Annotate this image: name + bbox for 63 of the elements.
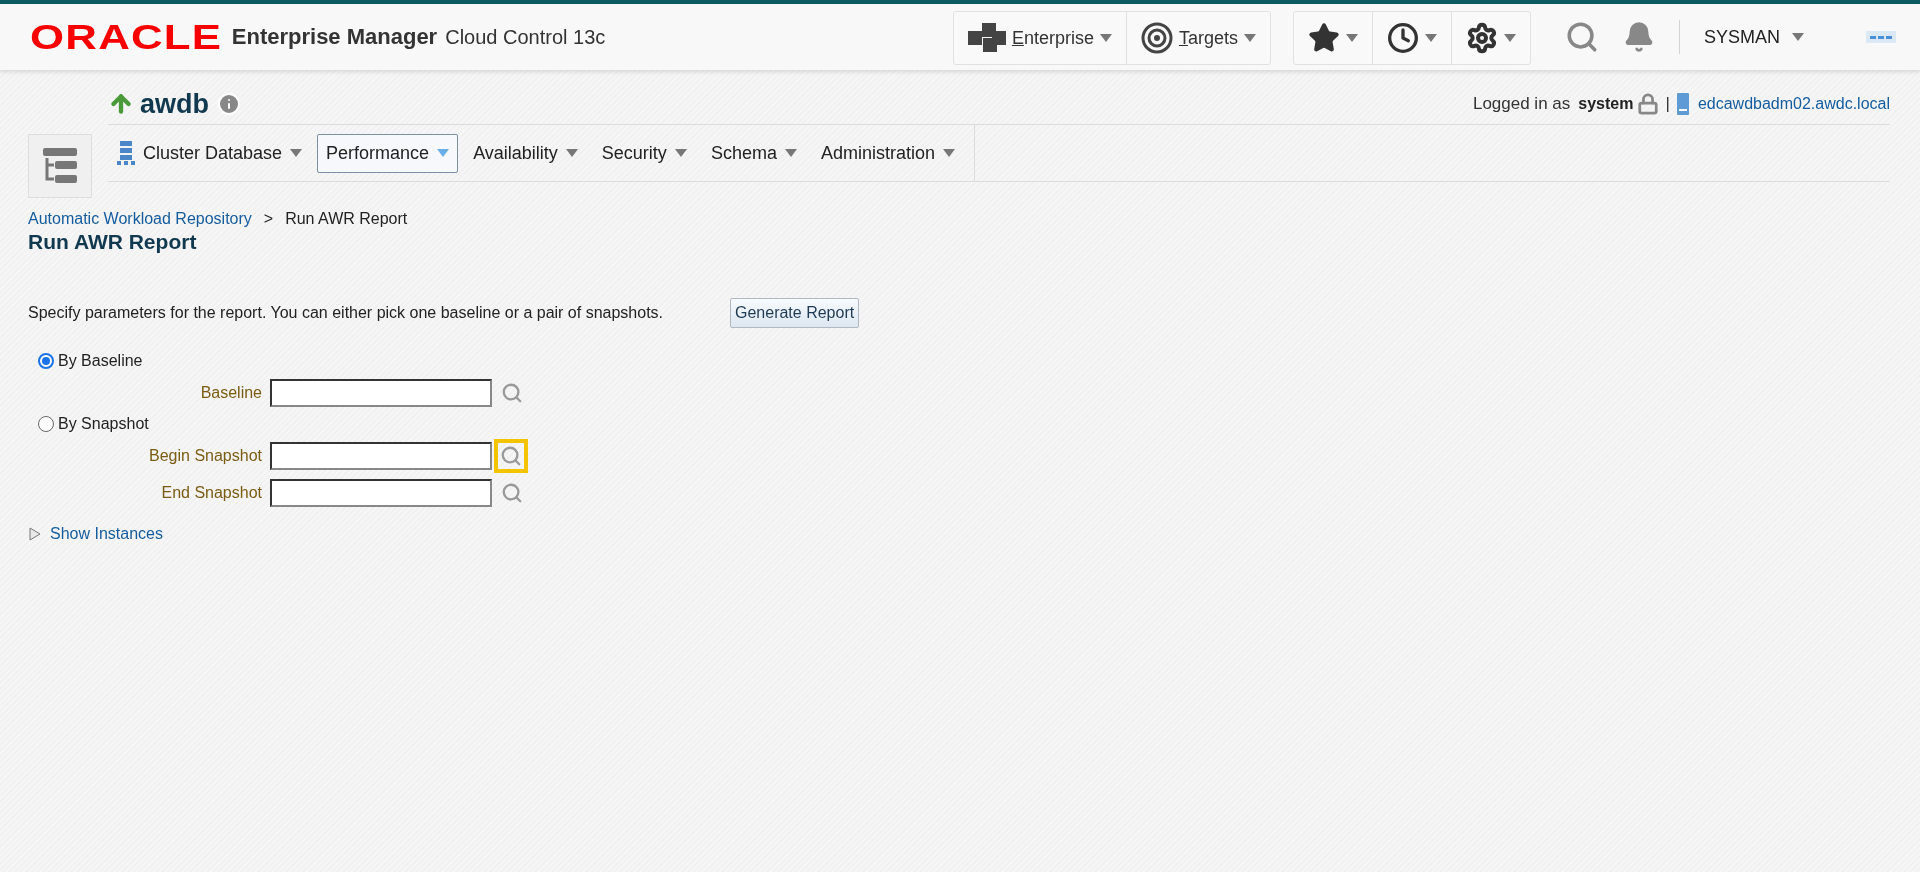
clock-icon <box>1386 22 1419 54</box>
search-icon <box>501 481 523 504</box>
radio-label[interactable]: By Snapshot <box>58 415 149 433</box>
sidebar-toggle-button[interactable] <box>28 134 92 198</box>
caret-icon <box>437 149 450 157</box>
logged-in-user: system <box>1578 95 1634 113</box>
product-edition: Cloud Control 13c <box>445 25 606 49</box>
breadcrumb-link[interactable]: Automatic Workload Repository <box>28 210 252 228</box>
logged-in-label: Logged in as <box>1472 94 1571 114</box>
caret-icon <box>1424 34 1437 42</box>
caret-icon <box>784 149 797 157</box>
radio-label[interactable]: By Baseline <box>58 352 143 370</box>
generate-report-button[interactable]: Generate Report <box>730 298 860 328</box>
oracle-logo: ORACLE <box>30 17 223 57</box>
caret-icon <box>942 149 955 157</box>
field-label: Baseline <box>199 383 263 402</box>
caret-icon <box>674 149 687 157</box>
target-name: awdb <box>140 88 209 120</box>
search-icon <box>1564 20 1599 54</box>
input-field[interactable] <box>270 478 492 507</box>
nav-menu-item[interactable]: Cluster Database <box>108 132 312 174</box>
info-icon[interactable] <box>217 92 241 116</box>
separator-text: | <box>1665 94 1670 114</box>
nav-menu-item[interactable]: Administration <box>811 133 964 173</box>
search-icon <box>501 381 523 404</box>
nav-menu-item[interactable]: Security <box>592 133 696 173</box>
star-icon <box>1307 22 1340 54</box>
caret-icon <box>1243 34 1256 42</box>
input-field[interactable] <box>270 441 492 470</box>
radio-button[interactable] <box>38 416 54 432</box>
target-icon <box>1140 22 1173 54</box>
caret-icon <box>290 149 303 157</box>
caret-icon <box>565 149 578 157</box>
nav-menu-item[interactable]: Availability <box>464 133 587 173</box>
caret-icon <box>1099 34 1112 42</box>
server-icon <box>1675 92 1690 116</box>
tree-list-icon <box>41 148 79 184</box>
show-instances-toggle[interactable]: Show Instances <box>28 525 163 543</box>
host-link[interactable]: edcawdbadm02.awdc.local <box>1697 95 1890 113</box>
breadcrumb-text: Run AWR Report <box>285 210 408 228</box>
instructions-text: Specify parameters for the report. You can either pick one baseline or a pair of snapshots. <box>28 304 665 322</box>
breadcrumb-text: > <box>263 210 274 228</box>
disclosure-triangle-icon <box>28 527 42 541</box>
stacked-squares-icon <box>967 23 1006 53</box>
radio-button[interactable] <box>38 353 54 369</box>
nav-menu-item[interactable]: Schema <box>701 133 806 173</box>
lock-icon <box>1637 93 1660 115</box>
field-label: Begin Snapshot <box>148 446 263 465</box>
caret-icon <box>1792 33 1804 41</box>
input-field[interactable] <box>270 378 492 407</box>
database-icon <box>117 141 135 165</box>
field-label: End Snapshot <box>160 483 263 502</box>
product-name: Enterprise Manager <box>231 24 438 50</box>
gear-icon <box>1465 22 1498 54</box>
page-title: Run AWR Report <box>28 230 198 254</box>
search-button[interactable] <box>494 438 528 473</box>
caret-icon <box>1345 34 1358 42</box>
header-menu-button[interactable]: Enterprise <box>953 12 1127 64</box>
user-menu-button[interactable]: SYSMAN <box>1691 26 1816 48</box>
header-menu-button[interactable]: Targets <box>1126 12 1270 64</box>
search-icon <box>500 444 522 467</box>
caret-icon <box>1503 34 1516 42</box>
nav-menu-item[interactable]: Performance <box>317 133 459 173</box>
